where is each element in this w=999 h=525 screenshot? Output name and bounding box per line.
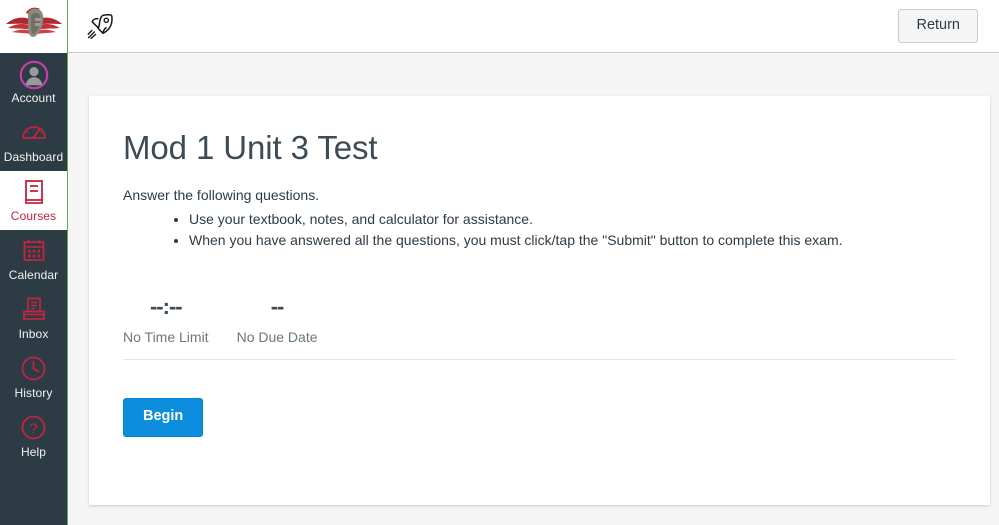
sidebar-item-label: Account [11,91,55,105]
user-avatar-icon [19,60,49,88]
time-limit-value: --:-- [150,294,182,320]
calendar-icon [21,237,47,265]
sidebar-item-history[interactable]: History [0,348,67,407]
clock-icon [20,355,47,383]
svg-text:?: ? [29,421,37,437]
begin-button-row: Begin [123,360,956,476]
book-icon [21,178,47,206]
quiz-description: Answer the following questions. Use your… [123,185,956,251]
sidebar-item-label: History [14,386,52,400]
app-header: Return [68,0,999,53]
sidebar-item-help[interactable]: ? Help [0,407,67,466]
global-navigation-sidebar: Account Dashboard Courses [0,0,68,525]
due-date-stat: -- No Due Date [237,294,318,346]
sidebar-item-dashboard[interactable]: Dashboard [0,112,67,171]
sidebar-item-calendar[interactable]: Calendar [0,230,67,289]
sidebar-item-label: Courses [11,209,56,223]
question-circle-icon: ? [20,414,47,442]
quiz-intro-text: Answer the following questions. [123,185,956,205]
institution-logo-link[interactable] [0,0,67,53]
page-title: Mod 1 Unit 3 Test [123,128,956,168]
sidebar-item-label: Help [21,445,46,459]
spartan-helmet-wings-logo [4,4,64,49]
rocket-icon[interactable] [85,11,115,41]
sidebar-item-account[interactable]: Account [0,53,67,112]
begin-button[interactable]: Begin [123,398,203,437]
sidebar-item-label: Inbox [19,327,49,341]
sidebar-item-inbox[interactable]: Inbox [0,289,67,348]
time-limit-stat: --:-- No Time Limit [123,294,209,346]
quiz-meta-stats: --:-- No Time Limit -- No Due Date [123,294,956,359]
list-item: Use your textbook, notes, and calculator… [189,209,956,230]
time-limit-label: No Time Limit [123,328,209,346]
quiz-instruction-list: Use your textbook, notes, and calculator… [123,209,956,251]
quiz-card: Mod 1 Unit 3 Test Answer the following q… [89,96,990,505]
sidebar-item-label: Calendar [9,268,59,282]
list-item: When you have answered all the questions… [189,230,956,251]
due-date-label: No Due Date [237,328,318,346]
sidebar-item-label: Dashboard [4,150,64,164]
inbox-tray-icon [20,296,48,324]
due-date-value: -- [271,294,284,320]
sidebar-item-courses[interactable]: Courses [0,171,67,230]
content-area: Mod 1 Unit 3 Test Answer the following q… [68,53,999,525]
return-button[interactable]: Return [898,9,978,44]
gauge-icon [20,119,48,147]
